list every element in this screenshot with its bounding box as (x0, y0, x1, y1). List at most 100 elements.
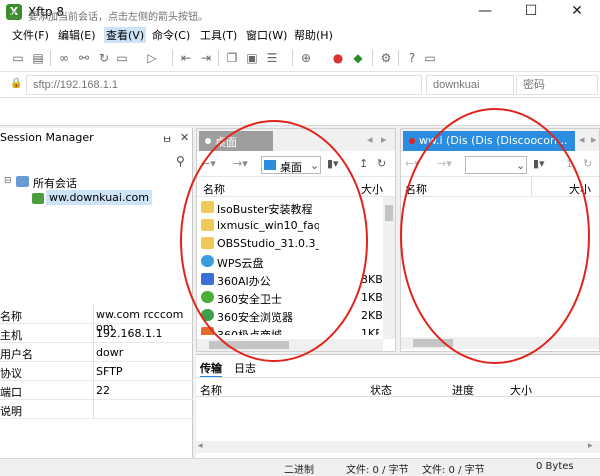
new-folder-icon[interactable]: ↥ (565, 157, 574, 170)
close-button[interactable]: ✕ (554, 0, 600, 24)
local-column-header: 名称 大小 (197, 177, 395, 197)
horizontal-scrollbar[interactable] (401, 337, 599, 349)
col-size[interactable]: 大小 (361, 181, 383, 197)
tab-log[interactable]: 日志 (234, 360, 256, 376)
refresh-icon[interactable]: ↻ (583, 157, 592, 170)
scrollbar-thumb[interactable] (413, 339, 453, 347)
list-item[interactable]: 360安全浏览器 2KB (199, 307, 383, 325)
unlink-icon[interactable]: ⚯ (76, 50, 92, 66)
maximize-button[interactable]: ☐ (508, 0, 554, 24)
back-icon[interactable]: ←▾ (405, 157, 420, 170)
list-item[interactable]: 360AI办公 3KB (199, 271, 383, 289)
local-tabstrip: 桌面 ◂ ▸ (197, 129, 395, 151)
tab-transfer[interactable]: 传输 (200, 360, 222, 378)
menu-help[interactable]: 帮助(H) (294, 27, 333, 43)
scrollbar-thumb[interactable] (209, 341, 289, 349)
search-icon[interactable]: ⚲ (176, 154, 185, 168)
tree-session-label[interactable]: ww.downkuai.com (46, 190, 152, 205)
gear-icon[interactable]: ⚙ (378, 50, 394, 66)
screen-icon[interactable]: ▭ (422, 50, 438, 66)
menu-window[interactable]: 窗口(W) (246, 27, 287, 43)
tab-local-desktop[interactable]: 桌面 (199, 131, 273, 151)
link-icon[interactable]: ∞ (56, 50, 72, 66)
arrow-right-icon[interactable]: ⇥ (198, 50, 214, 66)
col-progress[interactable]: 进度 (452, 382, 474, 398)
host-input[interactable] (26, 75, 422, 95)
vertical-scrollbar[interactable] (383, 197, 395, 339)
green-app-icon[interactable]: ◆ (350, 50, 366, 66)
tab-scroll-right-icon[interactable]: ▸ (381, 133, 387, 146)
minimize-button[interactable]: — (462, 0, 508, 24)
file-name: 360AI办公 (217, 275, 271, 288)
bookmark-icon[interactable]: ▮▾ (533, 157, 545, 170)
copy-icon[interactable]: ❐ (224, 50, 240, 66)
forward-icon[interactable]: →▾ (233, 157, 248, 170)
globe-icon[interactable]: ⊕ (298, 50, 314, 66)
file-size: 1KB (361, 327, 379, 335)
folder-icon[interactable]: ▤ (30, 50, 46, 66)
menu-edit[interactable]: 编辑(E) (58, 27, 96, 43)
forward-icon[interactable]: →▾ (437, 157, 452, 170)
path-select[interactable]: 桌面 ⌄ (261, 156, 321, 174)
back-icon[interactable]: ←▾ (201, 157, 216, 170)
col-name[interactable]: 名称 (200, 382, 222, 398)
paste-icon[interactable]: ▣ (244, 50, 260, 66)
list-item[interactable]: lxmusic_win10_faqd... (199, 217, 379, 235)
new-folder-icon[interactable]: ↥ (359, 157, 368, 170)
prop-value: 22 (96, 384, 110, 397)
file-name: WPS云盘 (217, 257, 264, 270)
col-status[interactable]: 状态 (370, 382, 392, 398)
bookmark-icon[interactable]: ▮▾ (327, 157, 339, 170)
username-input[interactable] (426, 75, 514, 95)
close-icon[interactable]: ✕ (180, 131, 189, 144)
tab-scroll-left-icon[interactable]: ◂ (579, 133, 585, 146)
help-icon[interactable]: ? (404, 50, 420, 66)
col-name[interactable]: 名称 (405, 181, 427, 197)
menu-file[interactable]: 文件(F) (12, 27, 49, 43)
scrollbar-thumb[interactable] (385, 205, 393, 221)
menu-view[interactable]: 查看(V) (104, 27, 147, 43)
menu-tools[interactable]: 工具(T) (200, 27, 237, 43)
list-item[interactable]: OBSStudio_31.0.3_6... (199, 235, 379, 253)
pin-icon[interactable]: ㅂ (162, 131, 172, 147)
red-app-icon[interactable]: ● (330, 50, 346, 66)
tab-scroll-right-icon[interactable]: ▸ (591, 133, 597, 146)
tree-root-label[interactable]: 所有会话 (33, 175, 77, 191)
prop-key: 主机 (0, 329, 22, 342)
refresh-icon[interactable]: ↻ (96, 50, 112, 66)
menu-command[interactable]: 命令(C) (152, 27, 190, 43)
address-bar: 🔒 (0, 72, 600, 98)
play-icon[interactable]: ▷ (144, 50, 160, 66)
tab-scroll-left-icon[interactable]: ◂ (367, 133, 373, 146)
screen-icon[interactable]: ▭ (114, 50, 130, 66)
scroll-right-icon[interactable]: ▸ (588, 441, 593, 451)
list-item[interactable]: IsoBuster安装教程 (199, 199, 379, 217)
list-item[interactable]: 360极点商城 1KB (199, 325, 379, 335)
prop-key: 协议 (0, 367, 22, 380)
tree-expand-icon[interactable]: ⊟ (4, 176, 12, 186)
prop-key: 说明 (0, 405, 22, 418)
horizontal-scrollbar[interactable] (197, 339, 383, 351)
prop-divider (93, 362, 94, 381)
col-size[interactable]: 大小 (510, 382, 532, 398)
prop-row: 名称 ww.com rcccom om (0, 305, 193, 334)
add-session-icon[interactable]: ⊏ (10, 8, 19, 21)
path-label: 桌面 (280, 161, 302, 174)
arrow-left-icon[interactable]: ⇤ (178, 50, 194, 66)
password-input[interactable] (516, 75, 598, 95)
refresh-icon[interactable]: ↻ (377, 157, 386, 170)
shield-icon (201, 291, 214, 303)
list-icon[interactable]: ☰ (264, 50, 280, 66)
remote-tabstrip: ww.i (Dis (Dis (Discoocon... ◂ ▸ (401, 129, 599, 151)
horizontal-scrollbar[interactable]: ◂ ▸ (196, 441, 600, 453)
list-item[interactable]: 360安全卫士 1KB (199, 289, 383, 307)
col-name[interactable]: 名称 (203, 181, 225, 197)
tab-remote-session[interactable]: ww.i (Dis (Dis (Discoocon... (403, 131, 575, 151)
list-item[interactable]: WPS云盘 (199, 253, 379, 271)
new-session-icon[interactable]: ▭ (10, 50, 26, 66)
prop-row: 主机 192.168.1.1 (0, 324, 193, 343)
scroll-left-icon[interactable]: ◂ (198, 441, 203, 451)
path-select[interactable]: ⌄ (465, 156, 527, 174)
tab-label: 桌面 (215, 136, 237, 149)
col-size[interactable]: 大小 (569, 181, 591, 197)
